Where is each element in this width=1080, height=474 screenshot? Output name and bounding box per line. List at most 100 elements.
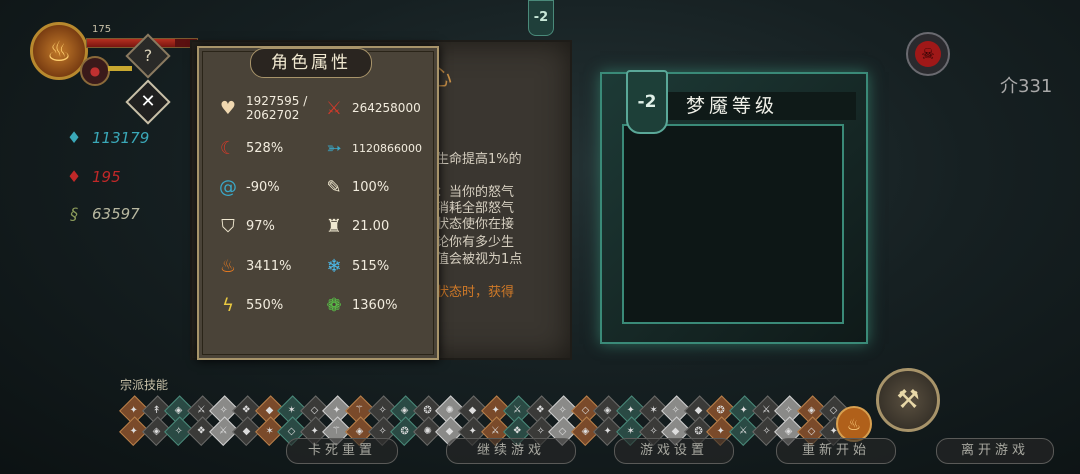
stat-crit-damage: ☾ 528% [216,136,283,160]
top-level-badge: -2 [528,0,554,36]
stat-skill-damage: ➳ 1120866000 [322,136,422,160]
resource-blue: ♦ 113179 [66,128,149,147]
blue-flame-icon: ♦ [66,128,82,147]
skill-icon: ◇ [559,425,567,437]
stat-value: 100% [352,179,390,195]
pet-avatar[interactable]: ● [80,56,110,86]
currency-value: 331 [1018,76,1053,97]
armor-icon: ♜ [325,215,343,237]
reset-card-button[interactable]: 卡死重置 [286,438,398,464]
skill-icon: ⚔ [513,404,523,416]
skill-icon: ✧ [784,404,794,416]
nightmare-level-title: 梦魇等级 [664,92,856,120]
skill-icon: ✧ [558,404,568,416]
resource-green: § 63597 [66,204,140,223]
skull-icon: ☠ [915,41,941,67]
sect-skills-label: 宗派技能 [120,378,169,392]
skill-icon: ⚔ [761,404,771,416]
help-icon: ? [143,46,153,65]
skill-icon: ◈ [355,425,364,437]
skill-icon: ◇ [830,404,839,416]
stat-attack: ⚔ 264258000 [322,96,421,120]
skill-icon: ✧ [174,425,184,437]
skill-icon: ✧ [378,404,387,416]
skill-icon: ◈ [807,404,816,416]
nightmare-level-badge: -2 [626,70,668,134]
red-sword-icon: ⚔ [325,97,343,119]
skill-icon: ✦ [739,404,749,416]
skill-icon: ❖ [242,404,252,416]
resource-value: 195 [92,167,121,186]
stat-armor: ♜ 21.00 [322,214,389,238]
skill-icon: ⚔ [490,425,500,437]
skill-icon: ◆ [468,404,477,416]
red-flame-icon: ♦ [66,167,82,186]
skill-icon: ◆ [242,425,251,437]
skill-icon: ◈ [581,425,590,437]
hammer-icon: ⚒ [896,385,920,415]
stat-value: -90% [246,179,280,195]
stat-fire: ♨ 3411% [216,254,292,278]
stat-health: ♥ 1927595 / 2062702 [216,94,316,122]
skill-icon: ◇ [807,425,816,437]
skill-icon: ◆ [446,425,454,437]
poison-icon: ❁ [326,294,342,316]
green-spiral-icon: § [70,204,78,223]
lightning-icon: ϟ [222,294,234,316]
close-button[interactable]: ✕ [125,79,171,125]
restart-button[interactable]: 重新开始 [776,438,896,464]
skill-icon: ✧ [762,425,771,437]
stat-block: ⛉ 97% [216,214,275,238]
continue-game-button[interactable]: 继续游戏 [446,438,576,464]
skill-icon: ✦ [129,425,138,437]
equip-button[interactable]: ⚒ [876,368,940,432]
stat-value: 21.00 [352,218,390,234]
skill-icon: ✦ [468,425,477,437]
skill-icon: ✦ [332,404,342,416]
skill-icon: ◈ [401,404,409,416]
skill-icon: ❂ [694,425,703,437]
skill-icon: ✦ [491,404,500,416]
skill-icon: ✦ [310,425,319,437]
skull-button[interactable]: ☠ [906,32,950,76]
stat-value: 528% [246,140,284,156]
skill-icon: ◈ [785,425,793,437]
skill-icon: ◇ [581,404,590,416]
skill-icon: ❂ [717,404,726,416]
talent-line: 值会被视为1点 [436,252,523,267]
skill-icon: ✧ [536,425,545,437]
skill-icon: ⚔ [219,425,229,437]
stat-value: 1927595 / 2062702 [246,94,308,122]
stat-value: 515% [352,258,390,274]
fire-icon: ♨ [219,255,237,277]
stat-cooldown: @ -90% [216,175,280,199]
resource-value: 113179 [92,128,150,147]
skill-icon: ✧ [219,404,229,416]
skill-icon: ✺ [445,404,455,416]
stat-ice: ❄ 515% [322,254,389,278]
game-settings-button[interactable]: 游戏设置 [614,438,734,464]
currency-icon: 介 [1000,76,1018,97]
skill-icon: ✦ [604,425,613,437]
skill-icon: ◇ [310,404,319,416]
skill-icon: ✺ [423,425,432,437]
skill-icon: ❂ [423,404,432,416]
skill-icon: ⚔ [197,404,207,416]
talent-line-highlight: 状态时，获得 [436,285,515,300]
skill-icon: ❖ [536,404,545,416]
nightmare-level-content [622,124,844,324]
fire-skill-icon[interactable]: ♨ [836,406,872,442]
attributes-title: 角色属性 [250,48,372,78]
skill-icon: ✶ [649,404,658,416]
close-icon: ✕ [140,91,156,112]
skill-row-1: ✦ ↟ ◈ ⚔ ✧ ❖ ◆ ✶ ◇ ✦ ⚚ ✧ ◈ ❂ ✺ ◆ ✦ ⚔ ❖ ✧ ◇ ◈ ✦ ✶ ✧ ◆ ❂ ✦ ⚔ ✧ ◈ ◇ [119,395,849,425]
stat-value: 550% [246,297,284,313]
stat-value: 264258000 [352,101,421,115]
blue-dash-icon: ➳ [326,137,342,159]
pet-icon: ● [89,64,101,78]
talent-line: 状态使你在接 [436,217,515,232]
leave-game-button[interactable]: 离开游戏 [936,438,1054,464]
skill-icon: ✶ [287,404,297,416]
shield-icon: ⛉ [221,215,235,237]
energy-bar [108,66,132,71]
